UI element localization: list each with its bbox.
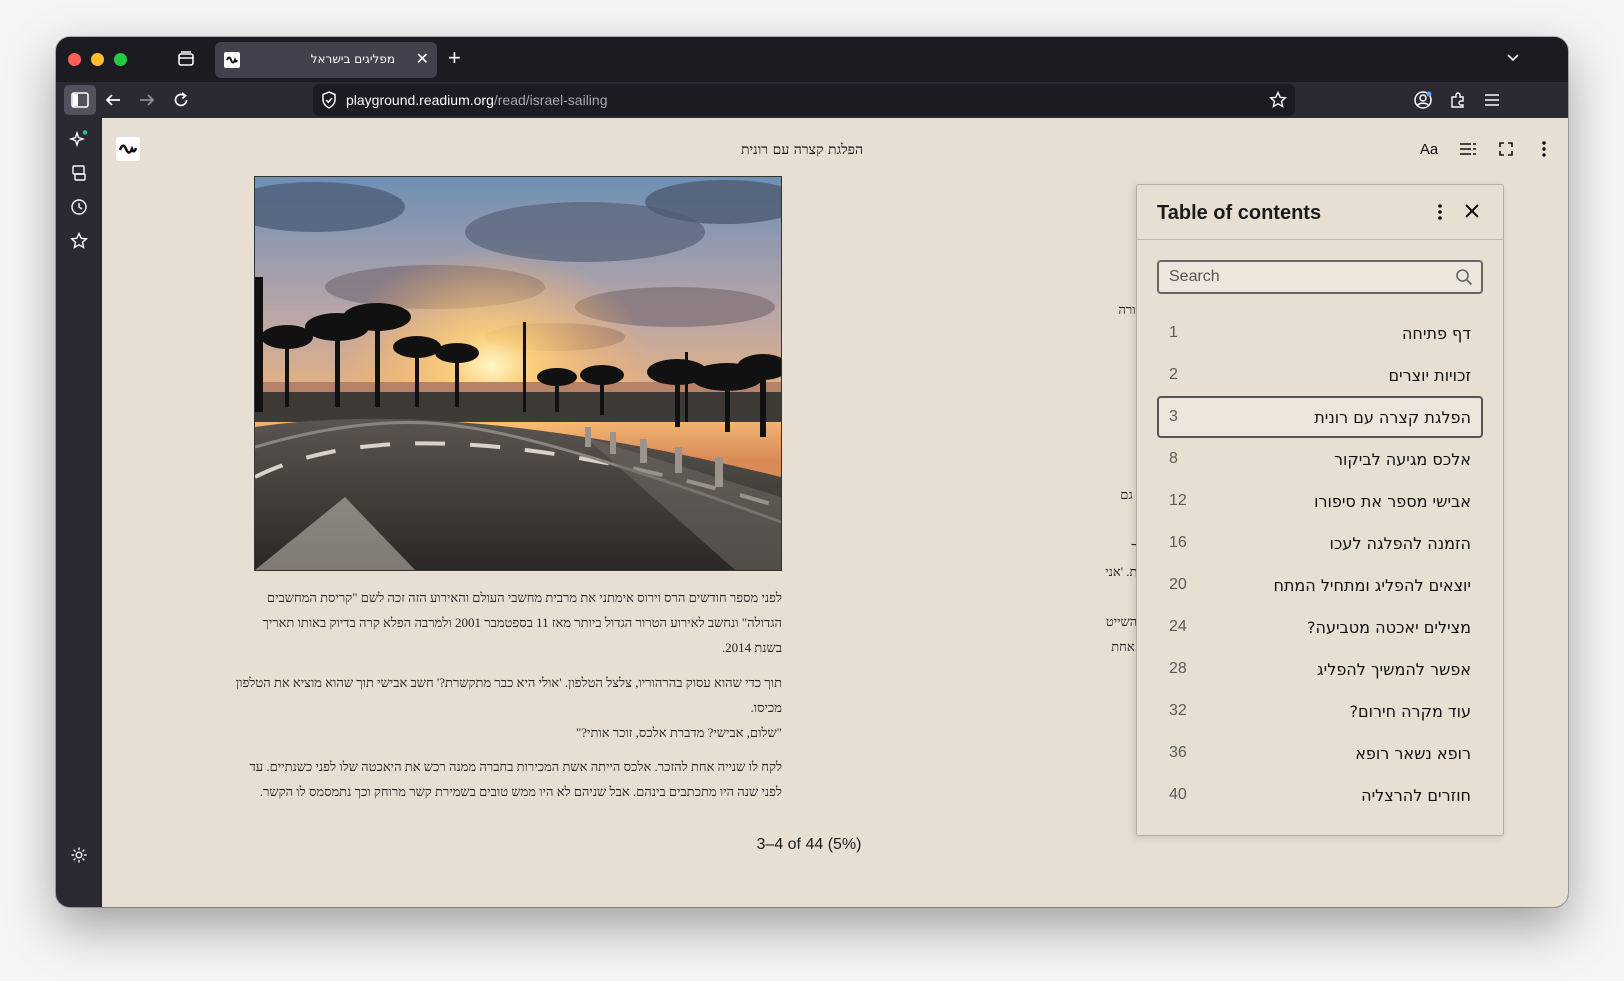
toc-item-page: 2 — [1169, 366, 1178, 383]
toc-item-label: אפשר להמשיך להפליג — [1317, 659, 1471, 679]
toc-item-label: עוד מקרה חירום? — [1349, 701, 1471, 721]
font-settings-button[interactable]: Aa — [1418, 138, 1440, 160]
reader-content: הפלגת קצרה עם רונית Aa לפני מספר חודשים … — [102, 118, 1568, 907]
url-path: /read/israel-sailing — [493, 92, 608, 108]
readium-favicon-icon — [224, 52, 240, 68]
ai-sparkle-icon[interactable] — [68, 128, 90, 150]
toc-item-label: חוזרים להרצליה — [1361, 785, 1471, 805]
toc-item[interactable]: 12 אבישי מספר את סיפורו — [1157, 480, 1483, 522]
tabs-overview-icon[interactable] — [176, 49, 196, 69]
toc-item-label: יוצאים להפליג ומתחיל המתח — [1273, 575, 1471, 595]
url-text[interactable]: playground.readium.org/read/israel-saili… — [346, 92, 607, 108]
toc-item[interactable]: 24 מצילים יאכטה מטביעה? — [1157, 606, 1483, 648]
browser-window: מפליגים בישראל ✕ + playground.readium.or… — [56, 37, 1568, 907]
app-menu-icon[interactable] — [1479, 87, 1505, 113]
text-line: "שלום, אבישי? מדברת אלכס, זוכר אותי?" — [575, 725, 782, 740]
toc-item-current[interactable]: 3 הפלגת קצרה עם רונית — [1157, 396, 1483, 438]
toc-item[interactable]: 20 יוצאים להפליג ומתחיל המתח — [1157, 564, 1483, 606]
toc-list: 1 דף פתיחה 2 זכויות יוצרים 3 הפלגת קצרה עם … — [1157, 312, 1483, 816]
new-tab-button[interactable]: + — [448, 45, 461, 71]
toc-item-label: זכויות יוצרים — [1388, 365, 1471, 385]
toc-header: Table of contents — [1137, 185, 1503, 240]
text-line: בשנת 2014. — [721, 640, 782, 655]
toc-item-label: הזמנה להפלגה לעכו — [1329, 533, 1472, 553]
back-button[interactable] — [100, 87, 126, 113]
toc-item-page: 40 — [1169, 786, 1187, 803]
sidebar-toggle-button[interactable] — [64, 85, 96, 115]
tab-list-chevron-icon[interactable] — [1506, 50, 1520, 69]
toc-item[interactable]: 28 אפשר להמשיך להפליג — [1157, 648, 1483, 690]
settings-gear-icon[interactable] — [68, 844, 90, 866]
text-line: לפני מספר חודשים הרס וירוס אימתני את מרב… — [267, 590, 782, 605]
sunset-photo — [225, 176, 805, 571]
reload-button[interactable] — [168, 87, 194, 113]
toc-item-label: דף פתיחה — [1401, 323, 1471, 343]
browser-sidebar — [56, 118, 102, 907]
toc-item-label: מצילים יאכטה מטביעה? — [1307, 617, 1471, 637]
toc-item-page: 8 — [1169, 450, 1178, 467]
left-paragraph-2: תוך כדי שהוא עסוק בהרהוריו, צלצל הטלפון.… — [192, 670, 782, 745]
tab-title: מפליגים בישראל — [310, 52, 395, 66]
text-line: לפני שנה היו מתכתבים בינהם. אבל שניהם לא… — [259, 784, 782, 799]
reader-toolbar: Aa — [1418, 138, 1554, 160]
forward-button[interactable] — [134, 87, 160, 113]
book-title: הפלגת קצרה עם רונית — [740, 142, 864, 158]
toc-item-label: הפלגת קצרה עם רונית — [1314, 407, 1471, 427]
tab-close-icon[interactable]: ✕ — [416, 51, 429, 69]
fullscreen-icon[interactable] — [1496, 138, 1516, 160]
left-paragraph-3: לקח לו שנייה אחת להזכר. אלכס הייתה אשת ה… — [192, 754, 782, 804]
zoom-window-button[interactable] — [114, 53, 127, 66]
toc-item-page: 3 — [1169, 408, 1178, 425]
minimize-window-button[interactable] — [91, 53, 104, 66]
close-window-button[interactable] — [68, 53, 81, 66]
bookmarks-star-icon[interactable] — [68, 230, 90, 252]
left-paragraph-1: לפני מספר חודשים הרס וירוס אימתני את מרב… — [192, 585, 782, 660]
text-line: לקח לו שנייה אחת להזכר. אלכס הייתה אשת ה… — [249, 759, 782, 774]
history-clock-icon[interactable] — [68, 196, 90, 218]
toc-item-page: 36 — [1169, 744, 1187, 761]
toc-item-page: 16 — [1169, 534, 1187, 551]
toc-item[interactable]: 16 הזמנה להפלגה לעכו — [1157, 522, 1483, 564]
toc-item-page: 20 — [1169, 576, 1187, 593]
toc-panel: Table of contents Search 1 דף פתיחה 2 זכוי… — [1136, 184, 1504, 836]
bookmark-star-icon[interactable] — [1268, 90, 1288, 114]
toc-item-page: 1 — [1169, 324, 1178, 341]
page-counter: 3–4 of 44 (5%) — [756, 836, 862, 853]
toc-item-page: 24 — [1169, 618, 1187, 635]
text-line: הגדולה" ונחשב לאירוע הטרור הגדול ביותר מ… — [262, 615, 782, 630]
search-icon[interactable] — [1455, 268, 1473, 291]
toc-item[interactable]: 32 עוד מקרה חירום? — [1157, 690, 1483, 732]
toc-item[interactable]: 40 חוזרים להרצליה — [1157, 774, 1483, 816]
text-line: מכיסו. — [750, 700, 782, 715]
url-bar[interactable]: playground.readium.org/read/israel-saili… — [313, 84, 1295, 116]
toc-item[interactable]: 1 דף פתיחה — [1157, 312, 1483, 354]
tab-active[interactable]: מפליגים בישראל ✕ — [215, 42, 437, 78]
shield-icon[interactable] — [321, 91, 337, 114]
toc-item-label: אבישי מספר את סיפורו — [1314, 491, 1471, 511]
toc-item-label: אלכס מגיעה לביקור — [1334, 449, 1471, 469]
text-line: תוך כדי שהוא עסוק בהרהוריו, צלצל הטלפון.… — [235, 675, 782, 690]
more-options-icon[interactable] — [1534, 138, 1554, 160]
toc-item[interactable]: 2 זכויות יוצרים — [1157, 354, 1483, 396]
navigation-bar: playground.readium.org/read/israel-saili… — [56, 82, 1568, 118]
toc-item-page: 12 — [1169, 492, 1187, 509]
toc-item[interactable]: 36 רופא נשאר רופא — [1157, 732, 1483, 774]
toc-item[interactable]: 8 אלכס מגיעה לביקור — [1157, 438, 1483, 480]
url-host: playground.readium.org — [346, 92, 494, 108]
extensions-icon[interactable] — [1445, 87, 1471, 113]
tab-bar: מפליגים בישראל ✕ + — [56, 37, 1568, 82]
toc-menu-icon[interactable] — [1437, 203, 1443, 226]
toc-item-label: רופא נשאר רופא — [1355, 743, 1471, 763]
toc-search-input[interactable]: Search — [1157, 260, 1483, 294]
toc-list-icon[interactable] — [1458, 138, 1478, 160]
account-icon[interactable] — [1410, 87, 1436, 113]
toc-item-page: 32 — [1169, 702, 1187, 719]
toc-item-page: 28 — [1169, 660, 1187, 677]
readium-logo-icon[interactable] — [116, 137, 140, 161]
toc-close-icon[interactable] — [1463, 202, 1481, 225]
synced-tabs-icon[interactable] — [68, 162, 90, 184]
toc-title: Table of contents — [1157, 202, 1322, 224]
